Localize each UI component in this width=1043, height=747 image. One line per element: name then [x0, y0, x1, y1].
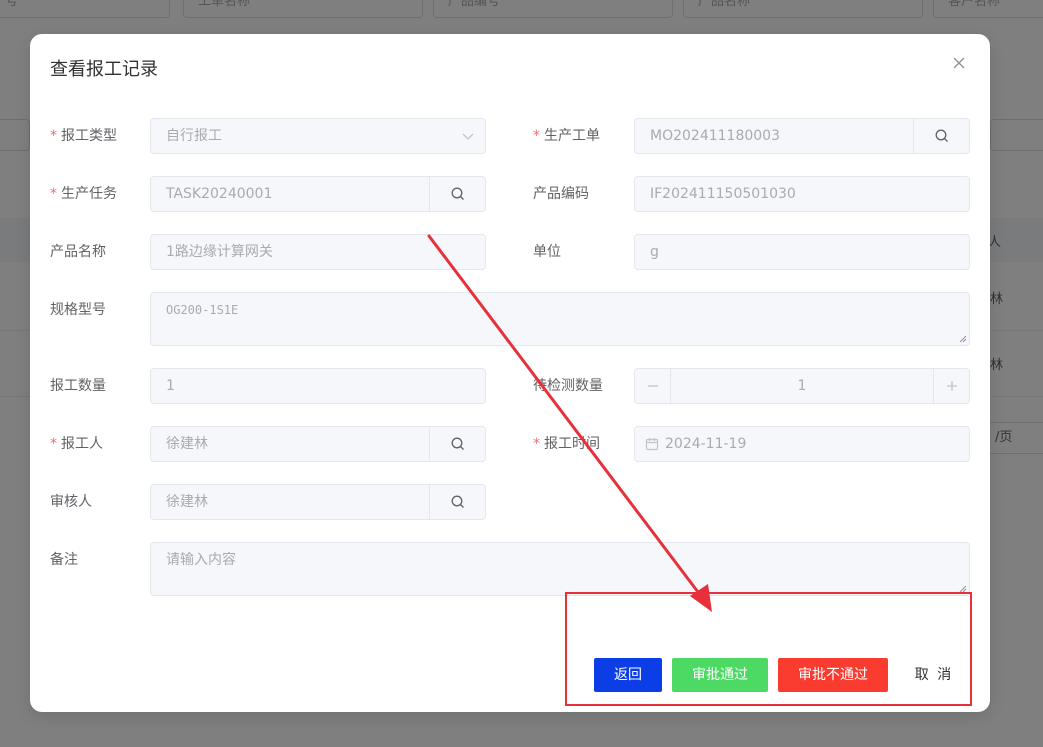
calendar-icon	[645, 438, 659, 451]
product-code-label: 产品编码	[533, 186, 589, 202]
product-code-input[interactable]: IF202411150501030	[634, 176, 970, 212]
work-order-input[interactable]: MO202411180003	[634, 118, 970, 154]
increase-button[interactable]	[933, 369, 969, 403]
search-icon	[451, 437, 464, 450]
work-order-search-button[interactable]	[913, 119, 969, 153]
task-input[interactable]: TASK20240001	[150, 176, 486, 212]
search-icon	[935, 129, 948, 142]
report-type-select[interactable]: 自行报工	[150, 118, 486, 154]
spec-label: 规格型号	[50, 302, 106, 318]
chevron-down-icon	[462, 133, 474, 140]
remark-label: 备注	[50, 552, 78, 568]
task-label: * 生产任务	[50, 186, 117, 202]
reporter-label: * 报工人	[50, 436, 103, 452]
quantity-label: 报工数量	[50, 378, 106, 394]
pending-qty-value: 1	[797, 378, 807, 394]
resize-handle-icon[interactable]	[959, 335, 967, 343]
reporter-input[interactable]: 徐建林	[150, 426, 486, 462]
pending-qty-stepper[interactable]: 1	[634, 368, 970, 404]
report-time-label: * 报工时间	[533, 436, 600, 452]
work-order-label: * 生产工单	[533, 128, 600, 144]
search-icon	[451, 187, 464, 200]
task-search-button[interactable]	[429, 177, 485, 211]
decrease-button[interactable]	[635, 369, 671, 403]
search-icon	[451, 495, 464, 508]
quantity-input[interactable]: 1	[150, 368, 486, 404]
unit-input[interactable]: g	[634, 234, 970, 270]
reviewer-input[interactable]: 徐建林	[150, 484, 486, 520]
remark-textarea[interactable]: 请输入内容	[150, 542, 970, 596]
spec-textarea[interactable]: OG200-1S1E	[150, 292, 970, 346]
report-time-picker[interactable]: 2024-11-19	[634, 426, 970, 462]
pending-qty-label: 待检测数量	[533, 378, 603, 394]
close-icon[interactable]	[948, 52, 970, 74]
product-name-label: 产品名称	[50, 244, 106, 260]
plus-icon	[946, 381, 957, 391]
minus-icon	[647, 385, 658, 387]
product-name-input[interactable]: 1路边缘计算网关	[150, 234, 486, 270]
dialog-title: 查看报工记录	[50, 59, 158, 80]
reviewer-label: 审核人	[50, 494, 92, 510]
unit-label: 单位	[533, 244, 561, 260]
reporter-search-button[interactable]	[429, 427, 485, 461]
report-type-label: * 报工类型	[50, 128, 117, 144]
annotation-highlight-box	[565, 592, 972, 706]
reviewer-search-button[interactable]	[429, 485, 485, 519]
